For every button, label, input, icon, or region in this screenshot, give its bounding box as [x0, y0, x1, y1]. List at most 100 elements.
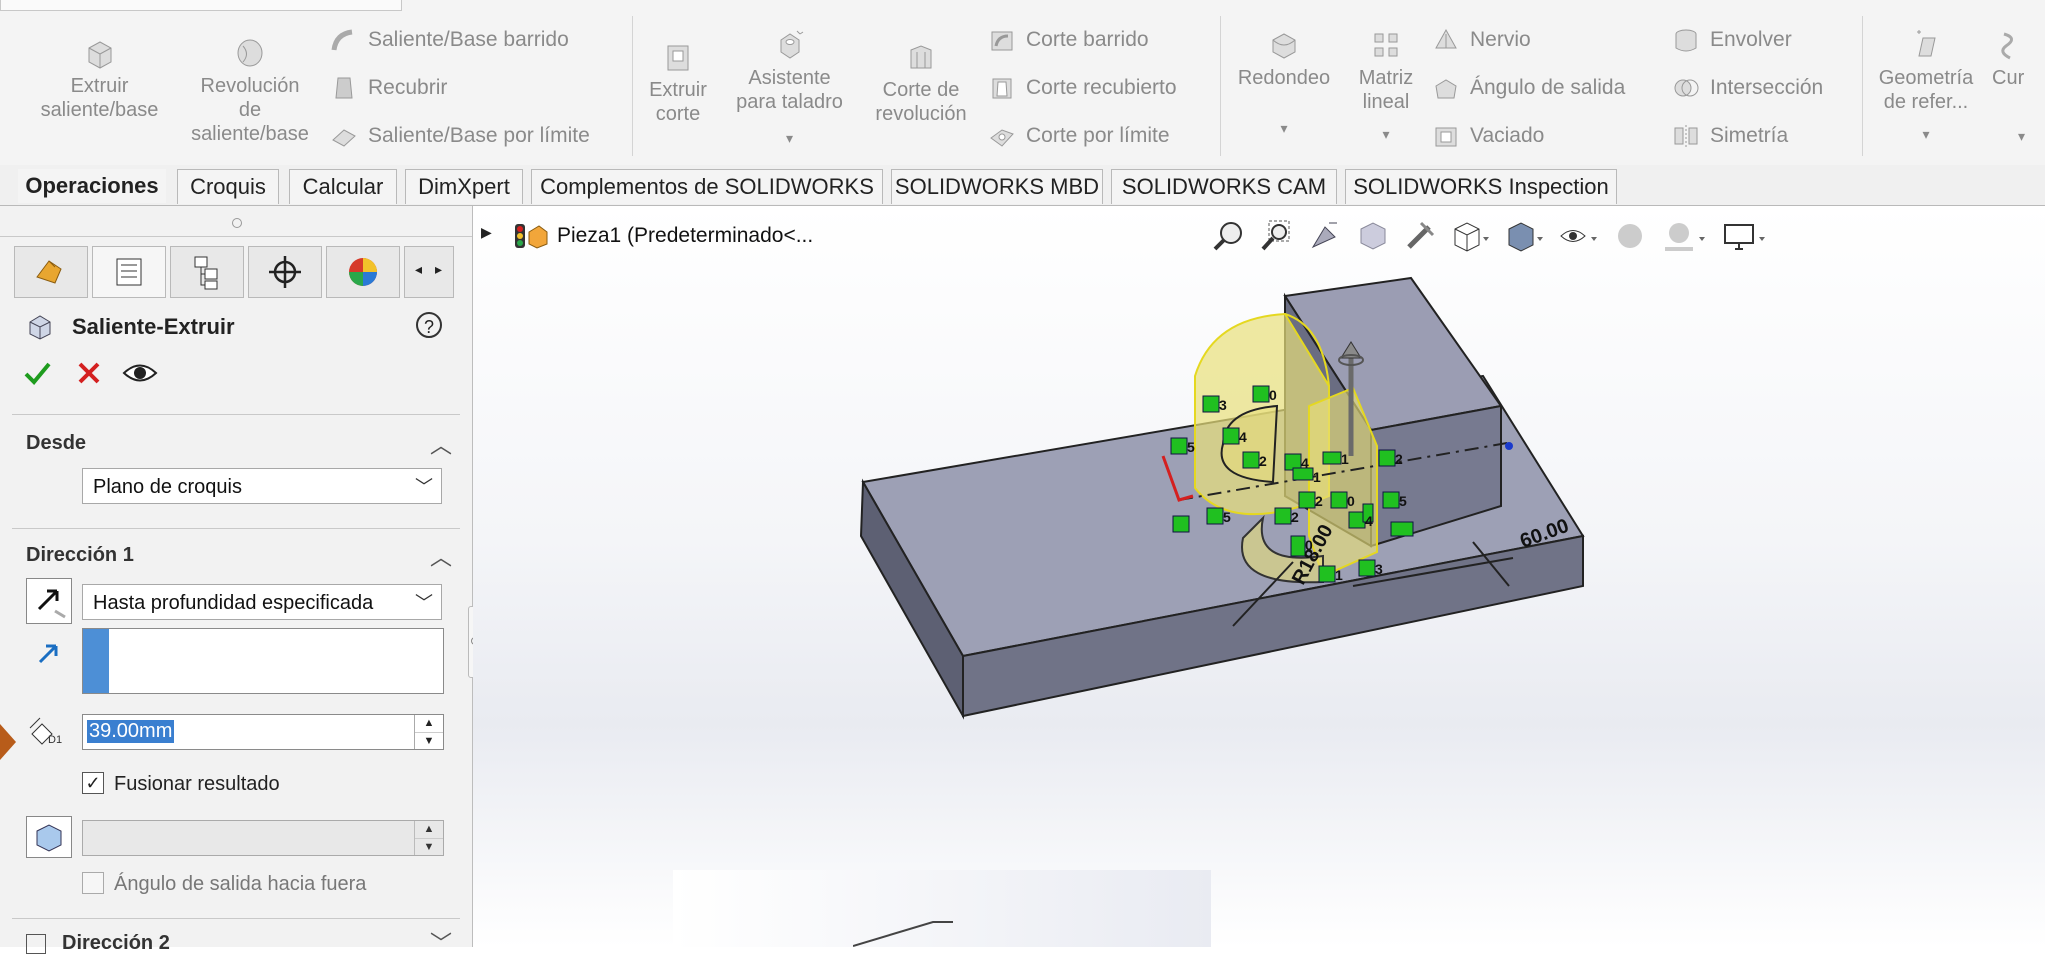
- fillet-dropdown-arrow[interactable]: ▾: [1228, 116, 1340, 140]
- from-section-header[interactable]: Desde: [26, 432, 86, 455]
- tab-feature-manager[interactable]: [14, 246, 88, 298]
- help-icon[interactable]: ?: [416, 312, 442, 338]
- from-dropdown[interactable]: Plano de croquis ﹀: [82, 468, 442, 504]
- swept-cut-icon: [991, 31, 1013, 51]
- linear-pattern-icon: [1374, 33, 1398, 57]
- swept-boss-icon: [331, 29, 353, 51]
- tab-configuration-manager[interactable]: [170, 246, 244, 298]
- depth-spinner[interactable]: ▲ ▼: [414, 715, 443, 749]
- direction2-checkbox[interactable]: [26, 934, 46, 954]
- direction-selection-box[interactable]: [82, 628, 444, 694]
- extrude-boss-button[interactable]: Extruir saliente/base: [22, 36, 177, 122]
- selection-active-indicator: [83, 629, 109, 693]
- feature-title: Saliente-Extruir: [72, 314, 235, 339]
- tab-display-manager[interactable]: [326, 246, 400, 298]
- pointer-arrow-icon: [0, 724, 16, 760]
- hole-wizard-dropdown-arrow[interactable]: ▾: [722, 126, 857, 150]
- tab-property-manager[interactable]: [92, 246, 166, 298]
- revolve-boss-button[interactable]: Revolución de saliente/base: [180, 36, 320, 146]
- appearance-icon: [349, 258, 377, 286]
- chevron-up-icon[interactable]: ︿: [430, 428, 452, 460]
- quick-access-field: [0, 0, 402, 11]
- relation-label: 2: [1395, 451, 1403, 467]
- relation-label: 5: [1223, 509, 1231, 525]
- boundary-cut-label: Corte por límite: [1026, 124, 1170, 147]
- chevron-up-icon[interactable]: ︿: [430, 540, 452, 572]
- ok-check-icon[interactable]: [22, 358, 52, 388]
- curves-dropdown-arrow[interactable]: ▾: [1992, 124, 2045, 148]
- depth-input[interactable]: 39.00mm ▲ ▼: [82, 714, 444, 750]
- shell-button[interactable]: Vaciado: [1432, 122, 1544, 150]
- rib-button[interactable]: Nervio: [1432, 26, 1531, 54]
- tab-calcular[interactable]: Calcular: [289, 169, 397, 204]
- graphics-area[interactable]: ▶ Pieza1 (Predeterminado<... 0 3 4 5 2 4…: [473, 206, 2045, 947]
- relation-label: 2: [1315, 493, 1323, 509]
- end-condition-value: Hasta profundidad especificada: [93, 592, 374, 614]
- intersect-button[interactable]: Intersección: [1672, 74, 1823, 102]
- hole-wizard-button[interactable]: Asistente para taladro ▾: [722, 28, 857, 150]
- panel-collapse-handle[interactable]: [232, 218, 242, 228]
- relation-label: 1: [1341, 451, 1349, 467]
- relation-label: 2: [1291, 509, 1299, 525]
- tab-croquis[interactable]: Croquis: [177, 169, 279, 204]
- curves-button[interactable]: Cur ▾: [1992, 28, 2045, 148]
- sketch-endpoint[interactable]: [1505, 442, 1513, 450]
- draft-toggle-button[interactable]: [26, 816, 72, 858]
- direction-vector-icon: [38, 644, 58, 664]
- reference-geometry-dropdown-arrow[interactable]: ▾: [1870, 122, 1982, 146]
- fillet-button[interactable]: Redondeo ▾: [1228, 28, 1340, 140]
- curves-icon: [2001, 32, 2013, 60]
- reverse-direction-icon: [37, 589, 66, 619]
- relation-label: 4: [1365, 513, 1373, 529]
- linear-pattern-button[interactable]: Matriz lineal ▾: [1346, 28, 1426, 146]
- revolve-cut-button[interactable]: Corte de revolución: [862, 40, 980, 126]
- tab-solidworks-cam[interactable]: SOLIDWORKS CAM: [1111, 169, 1337, 204]
- reference-geometry-button[interactable]: Geometría de refer... ▾: [1870, 28, 1982, 146]
- model-canvas[interactable]: 0 3 4 5 2 4 1 1 2 2 0 5 5 2 4 0 1 3 R18.…: [473, 206, 2045, 947]
- draft-icon: [1435, 79, 1457, 99]
- end-condition-dropdown[interactable]: Hasta profundidad especificada ﹀: [82, 584, 442, 620]
- draft-button[interactable]: Ángulo de salida: [1432, 74, 1625, 102]
- relation-label: 5: [1399, 493, 1407, 509]
- swept-cut-button[interactable]: Corte barrido: [988, 26, 1149, 54]
- lofted-cut-button[interactable]: Corte recubierto: [988, 74, 1177, 102]
- ribbon-separator: [1220, 16, 1221, 156]
- draft-label: Ángulo de salida: [1470, 76, 1626, 99]
- boundary-cut-button[interactable]: Corte por límite: [988, 122, 1170, 150]
- lofted-cut-icon: [992, 78, 1012, 99]
- merge-checkbox[interactable]: ✓: [82, 772, 104, 794]
- intersect-label: Intersección: [1710, 76, 1824, 99]
- spin-down-icon: ▼: [423, 841, 435, 853]
- spin-down-icon[interactable]: ▼: [415, 733, 443, 750]
- relation-label: 3: [1219, 397, 1227, 413]
- panel-tab-scroll[interactable]: ◂ ▸: [404, 246, 454, 298]
- loft-button[interactable]: Recubrir: [330, 74, 447, 102]
- chevron-down-icon[interactable]: ﹀: [430, 926, 452, 958]
- direction2-section-header[interactable]: Dirección 2: [62, 932, 170, 955]
- reverse-direction-button[interactable]: [26, 578, 72, 624]
- scroll-right-icon[interactable]: ▸: [435, 261, 442, 278]
- mirror-button[interactable]: Simetría: [1672, 122, 1788, 150]
- cancel-x-icon[interactable]: [76, 360, 102, 386]
- tab-complementos[interactable]: Complementos de SOLIDWORKS: [531, 169, 883, 204]
- scroll-left-icon[interactable]: ◂: [415, 261, 422, 278]
- tab-operaciones[interactable]: Operaciones: [18, 169, 166, 203]
- boundary-boss-icon: [332, 129, 356, 147]
- direction1-section-header[interactable]: Dirección 1: [26, 544, 134, 567]
- tab-dimxpert-manager[interactable]: [248, 246, 322, 298]
- tab-solidworks-inspection[interactable]: SOLIDWORKS Inspection: [1345, 169, 1617, 204]
- preview-eye-icon[interactable]: [122, 360, 158, 386]
- wrap-button[interactable]: Envolver: [1672, 26, 1792, 54]
- extrude-cut-icon: [667, 45, 689, 71]
- extrude-cut-label: Extruir corte: [649, 79, 707, 125]
- spin-up-icon[interactable]: ▲: [415, 715, 443, 733]
- loft-label: Recubrir: [368, 76, 448, 99]
- feature-manager-icon: [36, 260, 62, 284]
- extrude-cut-button[interactable]: Extruir corte: [640, 40, 716, 126]
- boundary-boss-button[interactable]: Saliente/Base por límite: [330, 122, 590, 150]
- tab-dimxpert[interactable]: DimXpert: [405, 169, 523, 204]
- linear-pattern-dropdown-arrow[interactable]: ▾: [1346, 122, 1426, 146]
- swept-boss-button[interactable]: Saliente/Base barrido: [330, 26, 569, 54]
- tab-solidworks-mbd[interactable]: SOLIDWORKS MBD: [891, 169, 1103, 204]
- rib-label: Nervio: [1470, 28, 1531, 51]
